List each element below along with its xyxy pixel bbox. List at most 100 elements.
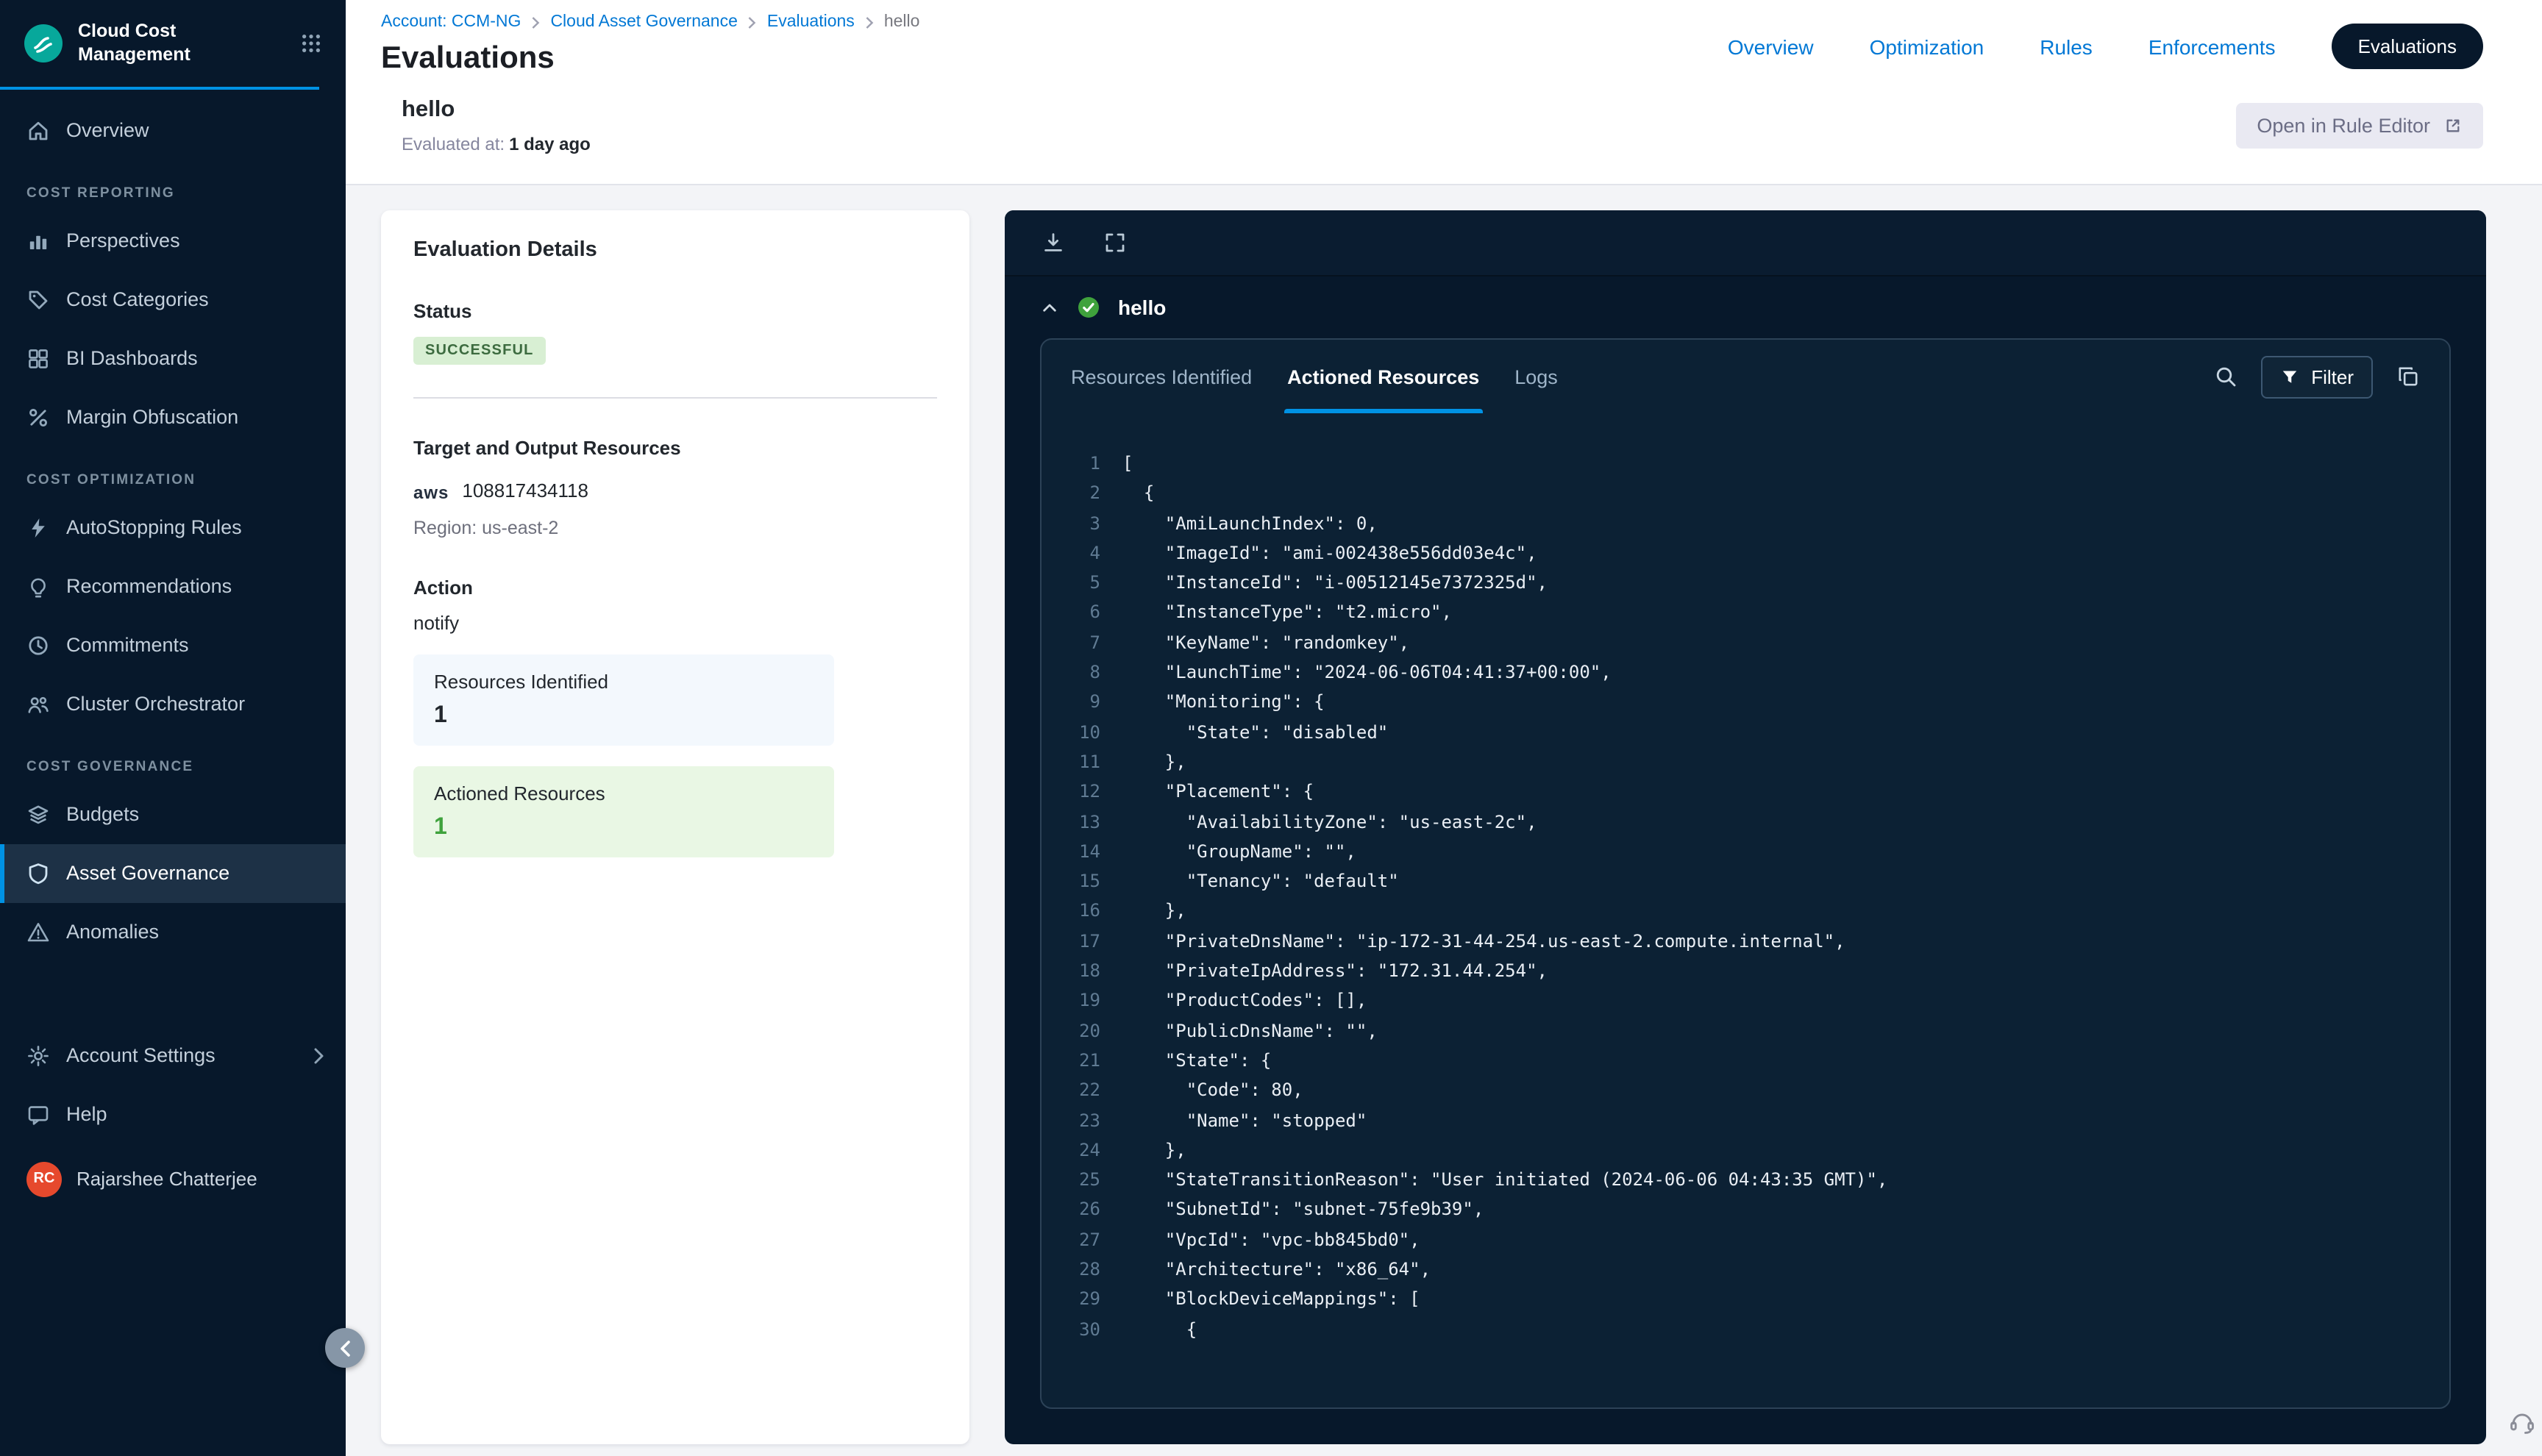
avatar: RC (26, 1161, 62, 1196)
sidebar-item-overview[interactable]: Overview (0, 101, 346, 160)
sidebar-item-label: Perspectives (66, 229, 180, 251)
sidebar-item-cost-categories[interactable]: Cost Categories (0, 270, 346, 329)
line-content: "Code": 80, (1122, 1075, 1303, 1105)
line-number: 9 (1068, 688, 1100, 718)
copy-icon[interactable] (2396, 365, 2420, 388)
sidebar-item-budgets[interactable]: Budgets (0, 785, 346, 843)
sidebar-item-account-settings[interactable]: Account Settings (0, 1026, 346, 1085)
aws-logo-icon: aws (413, 482, 449, 502)
action-value: notify (413, 612, 937, 634)
top-nav-rules[interactable]: Rules (2040, 35, 2093, 58)
top-nav-optimization[interactable]: Optimization (1870, 35, 1984, 58)
evaluation-name: hello (402, 97, 591, 124)
code-line: 27 "VpcId": "vpc-bb845bd0", (1068, 1224, 2420, 1255)
line-content: "State": { (1122, 1046, 1271, 1076)
sidebar-item-margin-obfuscation[interactable]: Margin Obfuscation (0, 388, 346, 446)
line-number: 1 (1068, 449, 1100, 479)
line-content: "SubnetId": "subnet-75fe9b39", (1122, 1195, 1484, 1225)
code-line: 8 "LaunchTime": "2024-06-06T04:41:37+00:… (1068, 657, 2420, 688)
aws-account-row: aws 108817434118 (413, 479, 937, 502)
download-icon[interactable] (1042, 231, 1065, 254)
section-label-cost-reporting: COST REPORTING (0, 160, 346, 211)
breadcrumb-evaluations-link[interactable]: Evaluations (767, 13, 855, 31)
gear-icon (26, 1043, 50, 1067)
line-content: }, (1122, 747, 1186, 777)
content-area: Evaluation Details Status SUCCESSFUL Tar… (346, 184, 2542, 1456)
line-number: 20 (1068, 1016, 1100, 1046)
line-content: { (1122, 479, 1154, 509)
module-switcher-icon[interactable] (300, 32, 322, 54)
line-number: 10 (1068, 717, 1100, 747)
sidebar-accent-line (0, 86, 319, 89)
tab-resources-identified[interactable]: Resources Identified (1071, 340, 1252, 413)
json-code-viewer[interactable]: 1 [ 2 { 3 "AmiLaunchIndex": (1042, 413, 2449, 1407)
sidebar-item-commitments[interactable]: Commitments (0, 615, 346, 674)
sidebar-item-help[interactable]: Help (0, 1085, 346, 1143)
sidebar-item-label: Account Settings (66, 1044, 216, 1066)
line-number: 18 (1068, 956, 1100, 986)
code-line: 24 }, (1068, 1135, 2420, 1166)
code-line: 19 "ProductCodes": [], (1068, 986, 2420, 1016)
line-number: 16 (1068, 896, 1100, 927)
sidebar-item-cluster-orchestrator[interactable]: Cluster Orchestrator (0, 674, 346, 733)
support-chat-icon[interactable] (2508, 1407, 2536, 1435)
sidebar-item-asset-governance[interactable]: Asset Governance (0, 843, 346, 902)
tab-logs[interactable]: Logs (1514, 340, 1558, 413)
code-line: 7 "KeyName": "randomkey", (1068, 628, 2420, 658)
line-content: "ProductCodes": [], (1122, 986, 1367, 1016)
sidebar-item-anomalies[interactable]: Anomalies (0, 902, 346, 961)
line-number: 2 (1068, 479, 1100, 509)
top-nav-enforcements[interactable]: Enforcements (2148, 35, 2276, 58)
breadcrumb-account-link[interactable]: Account: CCM-NG (381, 13, 521, 31)
section-label-cost-governance: COST GOVERNANCE (0, 733, 346, 785)
user-profile[interactable]: RC Rajarshee Chatterjee (0, 1143, 346, 1220)
sidebar: Cloud Cost Management Overview COST REPO… (0, 0, 346, 1456)
open-in-rule-editor-button[interactable]: Open in Rule Editor (2236, 103, 2483, 149)
perspectives-chart-icon (26, 229, 50, 252)
sidebar-item-bi-dashboards[interactable]: BI Dashboards (0, 329, 346, 388)
sidebar-item-autostopping-rules[interactable]: AutoStopping Rules (0, 498, 346, 557)
home-icon (26, 118, 50, 142)
sidebar-item-recommendations[interactable]: Recommendations (0, 557, 346, 615)
line-content: "PublicDnsName": "", (1122, 1016, 1378, 1046)
cost-categories-icon (26, 288, 50, 311)
chevron-up-icon[interactable] (1040, 298, 1059, 317)
sidebar-item-label: BI Dashboards (66, 347, 198, 369)
breadcrumb-governance-link[interactable]: Cloud Asset Governance (550, 13, 737, 31)
filter-label: Filter (2311, 365, 2354, 388)
top-nav-overview[interactable]: Overview (1728, 35, 1814, 58)
fullscreen-icon[interactable] (1103, 231, 1127, 254)
line-number: 23 (1068, 1105, 1100, 1135)
line-number: 19 (1068, 986, 1100, 1016)
filter-button[interactable]: Filter (2261, 355, 2373, 398)
sidebar-collapse-handle[interactable] (325, 1328, 365, 1368)
sidebar-item-label: Cluster Orchestrator (66, 693, 245, 715)
product-title: Cloud Cost Management (78, 19, 191, 67)
search-icon[interactable] (2214, 365, 2237, 388)
external-link-icon (2443, 116, 2463, 135)
top-nav-evaluations-active[interactable]: Evaluations (2332, 24, 2483, 69)
actioned-resources-stat: Actioned Resources 1 (413, 766, 834, 857)
line-content: "StateTransitionReason": "User initiated… (1122, 1165, 1887, 1195)
lightning-icon (26, 515, 50, 539)
line-content: { (1122, 1314, 1197, 1344)
layers-icon (26, 802, 50, 826)
evaluation-details-card: Evaluation Details Status SUCCESSFUL Tar… (381, 210, 969, 1444)
results-card: Resources Identified Actioned Resources … (1040, 338, 2451, 1409)
code-line: 30 { (1068, 1314, 2420, 1344)
code-line: 29 "BlockDeviceMappings": [ (1068, 1285, 2420, 1315)
tab-actioned-resources[interactable]: Actioned Resources (1287, 340, 1479, 413)
line-number: 22 (1068, 1075, 1100, 1105)
code-line: 10 "State": "disabled" (1068, 717, 2420, 747)
app-root: Cloud Cost Management Overview COST REPO… (0, 0, 2542, 1456)
line-number: 13 (1068, 807, 1100, 837)
breadcrumb-current: hello (884, 13, 920, 31)
line-content: [ (1122, 449, 1133, 479)
bi-dashboards-icon (26, 346, 50, 370)
evaluated-at-value: 1 day ago (509, 134, 591, 154)
line-number: 26 (1068, 1195, 1100, 1225)
line-content: "KeyName": "randomkey", (1122, 628, 1409, 658)
sidebar-item-perspectives[interactable]: Perspectives (0, 211, 346, 270)
line-number: 11 (1068, 747, 1100, 777)
code-line: 14 "GroupName": "", (1068, 837, 2420, 867)
